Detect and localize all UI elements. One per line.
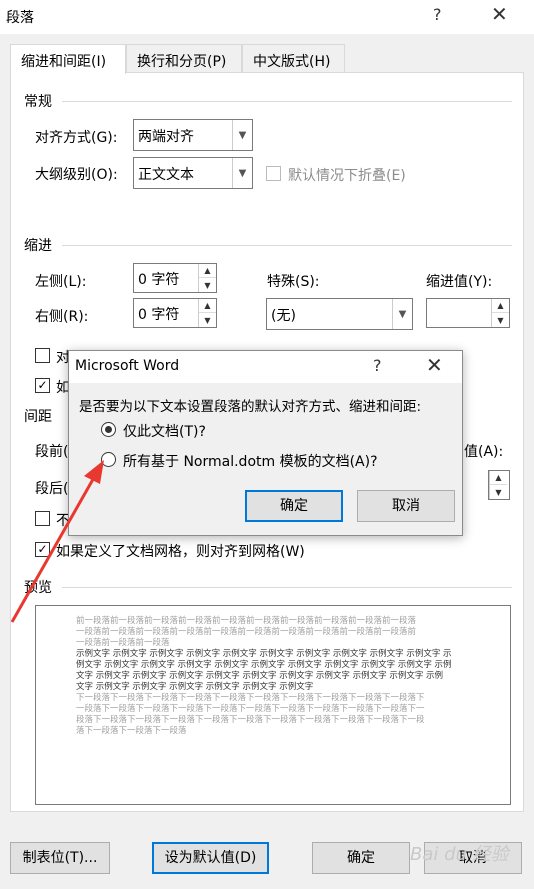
preview-box: 前一段落前一段落前一段落前一段落前一段落前一段落前一段落前一段落前一段落前一段落… bbox=[35, 605, 511, 805]
left-indent-spinner[interactable]: 0 字符 ▲ ▼ bbox=[133, 263, 217, 293]
dialog-title-bar: Microsoft Word ? ✕ bbox=[69, 351, 462, 383]
watermark: Bai du 经验 bbox=[410, 844, 509, 865]
annotation-arrow-shaft bbox=[10, 473, 98, 623]
annotation-arrow-head bbox=[84, 460, 104, 484]
tab-indents-spacing[interactable]: 缩进和间距(I) bbox=[10, 44, 126, 74]
preview-next-line: 下一段落下一段落下一段落下一段落下一段落下一段落下一段落下一段落下一段落下一段落… bbox=[76, 693, 425, 703]
spin-down-icon[interactable]: ▼ bbox=[199, 313, 216, 327]
dialog-cancel-button[interactable]: 取消 bbox=[357, 490, 455, 522]
chevron-down-icon: ▼ bbox=[232, 158, 252, 188]
spacing-value-spinner[interactable]: ▲ ▼ bbox=[488, 470, 510, 500]
auto-adjust-checkbox[interactable]: ✓ bbox=[35, 378, 50, 393]
preview-prev-line: 前一段落前一段落前一段落前一段落前一段落前一段落前一段落前一段落前一段落前一段落 bbox=[76, 616, 417, 626]
tabs-button[interactable]: 制表位(T)... bbox=[10, 842, 110, 874]
spin-up-icon[interactable]: ▲ bbox=[199, 264, 216, 278]
ok-button[interactable]: 确定 bbox=[312, 842, 410, 874]
right-indent-value: 0 字符 bbox=[138, 307, 180, 323]
special-value: (无) bbox=[271, 308, 296, 324]
spin-down-icon[interactable]: ▼ bbox=[492, 313, 509, 327]
general-heading: 常规 bbox=[24, 94, 52, 110]
chevron-down-icon: ▼ bbox=[392, 299, 412, 329]
preview-sample-line: 例文字 示例文字 示例文字 示例文字 示例文字 示例文字 示例文字 示例文字 示… bbox=[76, 660, 452, 670]
radio-this-document[interactable] bbox=[101, 422, 116, 437]
right-indent-label: 右侧(R): bbox=[35, 309, 89, 325]
help-button[interactable]: ? bbox=[433, 5, 442, 24]
collapse-label: 默认情况下折叠(E) bbox=[288, 168, 406, 184]
tab-asian-typography[interactable]: 中文版式(H) bbox=[242, 44, 345, 73]
annotation-arrow bbox=[10, 460, 104, 623]
divider bbox=[62, 101, 512, 102]
outline-level-label: 大纲级别(O): bbox=[35, 167, 118, 183]
outline-level-select[interactable]: 正文文本 ▼ bbox=[133, 157, 253, 189]
preview-next-line: 一段落下一段落下一段落下一段落下一段落下一段落下一段落下一段落下一段落下一段落下… bbox=[76, 704, 425, 714]
spin-up-icon[interactable]: ▲ bbox=[492, 299, 509, 313]
preview-next-line: 段落下一段落下一段落下一段落下一段落下一段落下一段落下一段落下一段落下一段落下一… bbox=[76, 715, 425, 725]
special-select[interactable]: (无) ▼ bbox=[266, 298, 413, 330]
indent-by-spinner[interactable]: ▲ ▼ bbox=[426, 298, 510, 328]
spin-down-icon[interactable]: ▼ bbox=[199, 278, 216, 292]
preview-sample-line: 示例文字 示例文字 示例文字 示例文字 示例文字 示例文字 示例文字 示例文字 … bbox=[76, 649, 452, 659]
collapse-checkbox[interactable] bbox=[266, 166, 281, 181]
preview-prev-line: 一段落前一段落前一段落 bbox=[76, 638, 170, 648]
dialog-help-button[interactable]: ? bbox=[373, 356, 382, 375]
close-button[interactable]: ✕ bbox=[491, 2, 508, 26]
preview-sample-line: 文字 示例文字 示例文字 示例文字 示例文字 示例文字 示例文字 bbox=[76, 682, 314, 692]
indent-heading: 缩进 bbox=[24, 238, 52, 254]
left-indent-value: 0 字符 bbox=[138, 272, 180, 288]
confirm-dialog: Microsoft Word ? ✕ 是否要为以下文本设置段落的默认对齐方式、缩… bbox=[68, 350, 463, 536]
dialog-close-button[interactable]: ✕ bbox=[426, 353, 443, 377]
spin-up-icon[interactable]: ▲ bbox=[199, 299, 216, 313]
preview-sample-line: 文字 示例文字 示例文字 示例文字 示例文字 示例文字 示例文字 示例文字 示例… bbox=[76, 671, 444, 681]
right-indent-spinner[interactable]: 0 字符 ▲ ▼ bbox=[133, 298, 217, 328]
chevron-down-icon: ▼ bbox=[232, 120, 252, 150]
tab-line-page-breaks[interactable]: 换行和分页(P) bbox=[126, 44, 242, 73]
spin-up-icon[interactable]: ▲ bbox=[490, 471, 507, 485]
option-all-documents-label: 所有基于 Normal.dotm 模板的文档(A)? bbox=[123, 454, 378, 470]
special-label: 特殊(S): bbox=[267, 274, 320, 290]
outline-level-value: 正文文本 bbox=[138, 167, 194, 183]
spin-down-icon[interactable]: ▼ bbox=[490, 485, 507, 499]
alignment-value: 两端对齐 bbox=[138, 129, 194, 145]
spacing-heading: 间距 bbox=[24, 409, 52, 425]
left-indent-label: 左侧(L): bbox=[35, 274, 87, 290]
divider bbox=[62, 587, 512, 588]
preview-next-line: 落下一段落下一段落下一段落 bbox=[76, 726, 187, 736]
indent-by-label: 缩进值(Y): bbox=[426, 274, 493, 290]
dialog-ok-button[interactable]: 确定 bbox=[245, 490, 343, 522]
divider bbox=[62, 245, 512, 246]
dialog-prompt: 是否要为以下文本设置段落的默认对齐方式、缩进和间距: bbox=[79, 399, 422, 415]
alignment-select[interactable]: 两端对齐 ▼ bbox=[133, 119, 253, 151]
spacing-value-label: 值(A): bbox=[464, 444, 504, 460]
dialog-title: Microsoft Word bbox=[75, 358, 180, 374]
mirror-indents-checkbox[interactable] bbox=[35, 348, 50, 363]
set-default-button[interactable]: 设为默认值(D) bbox=[152, 842, 269, 874]
preview-prev-line: 一段落前一段落前一段落前一段落前一段落前一段落前一段落前一段落前一段落前一段落前 bbox=[76, 627, 417, 637]
option-this-document-label: 仅此文档(T)? bbox=[123, 424, 206, 440]
title-bar: 段落 ? ✕ bbox=[0, 0, 534, 34]
alignment-label: 对齐方式(G): bbox=[35, 130, 118, 146]
window-title: 段落 bbox=[6, 10, 34, 26]
